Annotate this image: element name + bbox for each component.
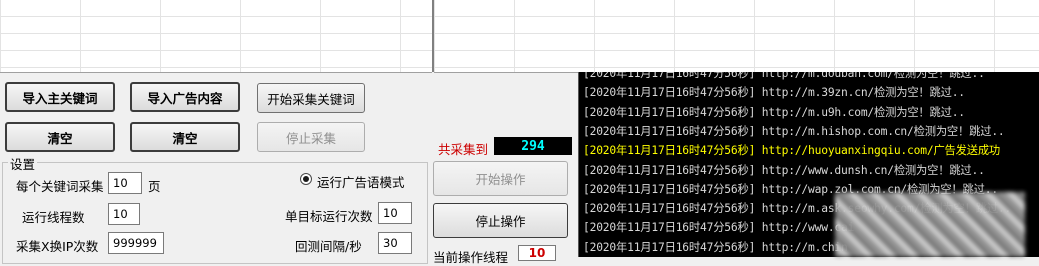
log-line: [2020年11月17日16时47分56秒] http://m.hishop.c… [583,124,1005,138]
per-keyword-label: 每个关键词采集 [16,179,104,194]
ip-switch-input[interactable] [108,232,164,254]
log-line: [2020年11月17日16时47分56秒] http://www.cai [583,221,855,235]
log-line: [2020年11月17日16时47分56秒] http://m.douban.c… [583,72,985,80]
thread-count-label: 运行线程数 [22,210,85,225]
log-line: [2020年11月17日16时47分56秒] http://m.chin [583,240,848,254]
stop-operation-button[interactable]: 停止操作 [433,203,568,238]
start-collect-keywords-button[interactable]: 开始采集关键词 [257,83,365,113]
ip-switch-label: 采集X换IP次数 [16,239,99,254]
ad-mode-radio[interactable] [300,173,312,185]
ad-mode-label[interactable]: 运行广告语模式 [317,172,405,191]
per-keyword-pages-input[interactable] [108,172,142,194]
settings-group-title: 设置 [8,154,38,173]
log-line: [2020年11月17日16时47分56秒] http://m.39zn.cn/… [583,86,965,100]
start-operation-button[interactable]: 开始操作 [433,161,568,196]
clear-keywords-button[interactable]: 清空 [5,122,115,152]
results-grid-left[interactable] [0,0,432,73]
results-grid-right[interactable] [434,0,1039,73]
log-line: [2020年11月17日16时47分56秒] http://www.dunsh.… [583,163,985,177]
redacted-blur [835,192,1025,257]
import-keywords-button[interactable]: 导入主关键词 [5,82,115,112]
single-target-label: 单目标运行次数 [285,209,373,224]
import-ads-button[interactable]: 导入广告内容 [130,82,240,112]
single-target-input[interactable] [378,202,412,224]
log-line: [2020年11月17日16时47分56秒] http://huoyuanxin… [583,144,1001,158]
collected-label: 共采集到 [438,142,489,157]
thread-count-input[interactable] [108,203,140,225]
page-unit-label: 页 [148,179,161,194]
interval-label: 回测间隔/秒 [295,239,362,254]
stop-collect-button[interactable]: 停止采集 [257,122,365,152]
current-thread-value: 10 [518,245,556,261]
log-line: [2020年11月17日16时47分56秒] http://m.u9h.com/… [583,105,965,119]
interval-input[interactable] [378,232,412,254]
collected-count: 294 [494,137,572,155]
clear-ads-button[interactable]: 清空 [130,122,240,152]
